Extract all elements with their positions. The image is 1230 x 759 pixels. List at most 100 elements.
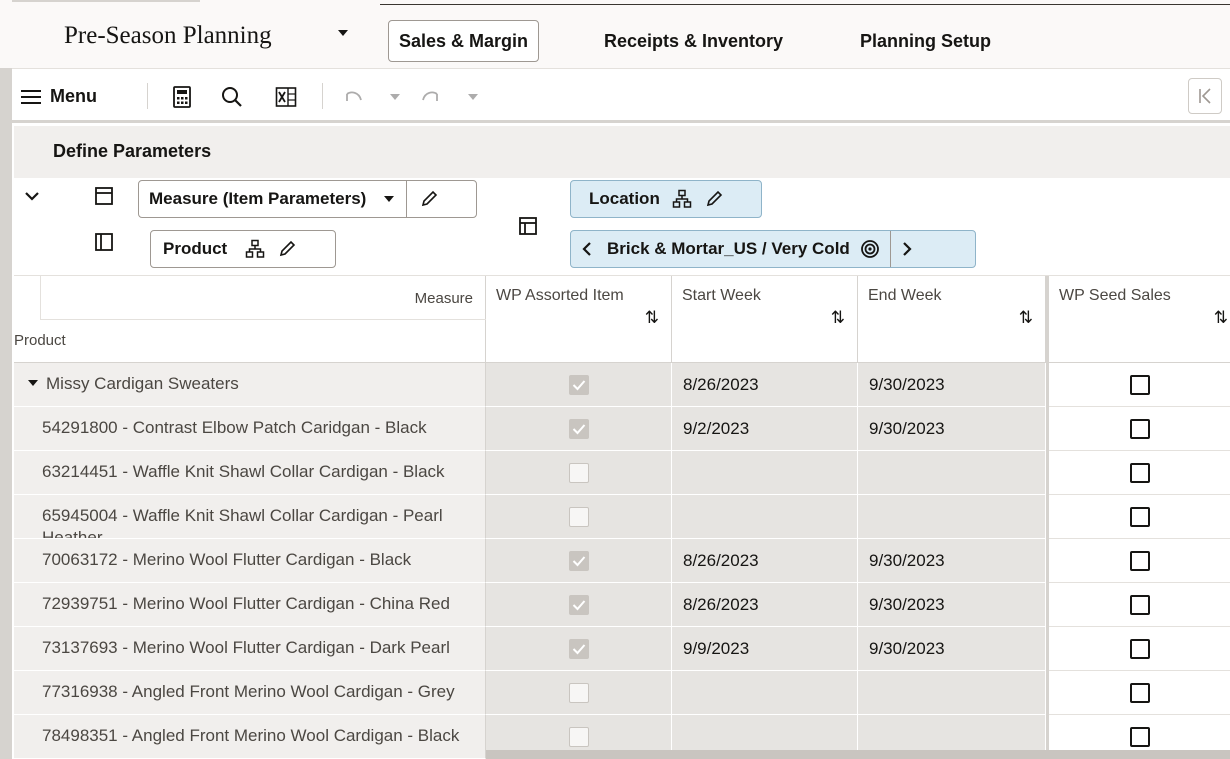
top-navigation: Pre-Season Planning Sales & Margin Recei… [0, 0, 1230, 68]
seed-sales-checkbox[interactable] [1129, 594, 1150, 615]
assorted-checkbox [568, 418, 589, 439]
undo-icon [346, 91, 362, 101]
location-value: Brick & Mortar_US / Very Cold [607, 239, 850, 258]
measure-chip[interactable]: Measure (Item Parameters) [138, 180, 477, 218]
row-header[interactable]: 77316938 - Angled Front Merino Wool Card… [14, 671, 486, 715]
swap-layout-button[interactable] [518, 216, 538, 241]
location-chip[interactable]: Location [570, 180, 762, 218]
section-header: Define Parameters [14, 126, 1230, 178]
assorted-checkbox [568, 550, 589, 571]
calculate-button[interactable] [170, 69, 194, 124]
collapse-button[interactable] [24, 189, 40, 207]
cell-wp-assorted-item [486, 363, 672, 407]
row-header[interactable]: 70063172 - Merino Wool Flutter Cardigan … [14, 539, 486, 583]
assorted-checkbox [568, 374, 589, 395]
row-header[interactable]: 65945004 - Waffle Knit Shawl Collar Card… [14, 495, 486, 539]
cell-wp-seed-sales[interactable] [1049, 451, 1230, 495]
export-excel-button[interactable] [274, 69, 298, 124]
product-name: 77316938 - Angled Front Merino Wool Card… [42, 682, 455, 701]
redo-button[interactable] [418, 69, 442, 124]
location-selector[interactable]: Brick & Mortar_US / Very Cold [570, 230, 976, 268]
hierarchy-icon[interactable] [672, 189, 692, 209]
cell-start-week: 9/2/2023 [672, 407, 858, 451]
columns-layout-icon [95, 233, 113, 251]
cell-wp-seed-sales[interactable] [1049, 627, 1230, 671]
hamburger-icon [21, 89, 41, 104]
hierarchy-icon[interactable] [245, 239, 265, 259]
check-icon [572, 555, 585, 566]
app-title[interactable]: Pre-Season Planning [64, 22, 272, 50]
cell-end-week: 9/30/2023 [858, 363, 1046, 407]
first-page-button[interactable] [1188, 78, 1222, 114]
seed-sales-checkbox[interactable] [1129, 374, 1150, 395]
sort-icon[interactable]: ⇅ [645, 308, 659, 328]
chevron-down-icon [390, 93, 400, 100]
cell-wp-seed-sales[interactable] [1049, 539, 1230, 583]
menu-button[interactable]: Menu [20, 69, 97, 124]
tab-receipts-inventory[interactable]: Receipts & Inventory [594, 20, 793, 62]
pencil-icon[interactable] [419, 189, 439, 209]
left-frame [0, 0, 12, 759]
undo-button[interactable] [342, 69, 366, 124]
seed-sales-checkbox[interactable] [1129, 462, 1150, 483]
cell-end-week [858, 671, 1046, 715]
row-header[interactable]: 73137693 - Merino Wool Flutter Cardigan … [14, 627, 486, 671]
row-layout-button[interactable] [94, 186, 114, 211]
column-header-wp-assorted-item[interactable]: WP Assorted Item ⇅ [486, 276, 672, 363]
row-header[interactable]: 54291800 - Contrast Elbow Patch Caridgan… [14, 407, 486, 451]
sort-icon[interactable]: ⇅ [1019, 308, 1033, 328]
horizontal-scrollbar[interactable] [486, 750, 1230, 759]
sort-icon[interactable]: ⇅ [1214, 308, 1228, 328]
product-name: Missy Cardigan Sweaters [46, 374, 239, 393]
chevron-down-icon[interactable] [338, 30, 348, 36]
seed-sales-checkbox[interactable] [1129, 418, 1150, 439]
row-header[interactable]: 63214451 - Waffle Knit Shawl Collar Card… [14, 451, 486, 495]
tab-planning-setup[interactable]: Planning Setup [850, 20, 1001, 62]
pencil-icon[interactable] [277, 239, 297, 259]
chevron-right-icon[interactable] [901, 241, 913, 257]
cell-wp-seed-sales[interactable] [1049, 671, 1230, 715]
seed-sales-checkbox[interactable] [1129, 638, 1150, 659]
product-chip[interactable]: Product [150, 230, 336, 268]
row-header[interactable]: Missy Cardigan Sweaters [14, 363, 486, 407]
row-header[interactable]: 72939751 - Merino Wool Flutter Cardigan … [14, 583, 486, 627]
cell-end-week: 9/30/2023 [858, 627, 1046, 671]
check-icon [572, 643, 585, 654]
product-chip-label: Product [163, 239, 228, 258]
seed-sales-checkbox[interactable] [1129, 506, 1150, 527]
undo-dropdown[interactable] [388, 69, 402, 124]
row-header[interactable]: 78498351 - Angled Front Merino Wool Card… [14, 715, 486, 759]
pencil-icon[interactable] [704, 189, 724, 209]
cell-wp-seed-sales[interactable] [1049, 407, 1230, 451]
chevron-left-icon[interactable] [581, 241, 593, 257]
column-header-wp-seed-sales[interactable]: WP Seed Sales ⇅ [1049, 276, 1230, 363]
cell-end-week: 9/30/2023 [858, 539, 1046, 583]
column-layout-button[interactable] [94, 232, 114, 257]
cell-wp-seed-sales[interactable] [1049, 495, 1230, 539]
product-name: 70063172 - Merino Wool Flutter Cardigan … [42, 550, 412, 569]
check-icon [572, 379, 585, 390]
assorted-checkbox [568, 638, 589, 659]
cell-wp-assorted-item [486, 451, 672, 495]
cell-wp-assorted-item [486, 627, 672, 671]
cell-start-week: 8/26/2023 [672, 363, 858, 407]
tab-sales-margin[interactable]: Sales & Margin [388, 20, 540, 62]
seed-sales-checkbox[interactable] [1129, 682, 1150, 703]
column-header-start-week[interactable]: Start Week ⇅ [672, 276, 858, 363]
target-icon[interactable] [860, 239, 880, 259]
chevron-down-icon[interactable] [28, 379, 38, 386]
seed-sales-checkbox[interactable] [1129, 550, 1150, 571]
cell-wp-seed-sales[interactable] [1049, 583, 1230, 627]
chevron-down-icon [468, 93, 478, 100]
redo-dropdown[interactable] [466, 69, 480, 124]
cell-wp-seed-sales[interactable] [1049, 363, 1230, 407]
pivot-area: Measure (Item Parameters) Product Locati… [14, 178, 1230, 276]
seed-sales-checkbox[interactable] [1129, 726, 1150, 747]
column-header-end-week[interactable]: End Week ⇅ [858, 276, 1046, 363]
cell-start-week: 8/26/2023 [672, 539, 858, 583]
search-button[interactable] [220, 69, 244, 124]
calculator-icon [173, 85, 191, 108]
sort-icon[interactable]: ⇅ [831, 308, 845, 328]
chevron-down-icon [25, 192, 39, 201]
chevron-down-icon[interactable] [384, 196, 395, 202]
